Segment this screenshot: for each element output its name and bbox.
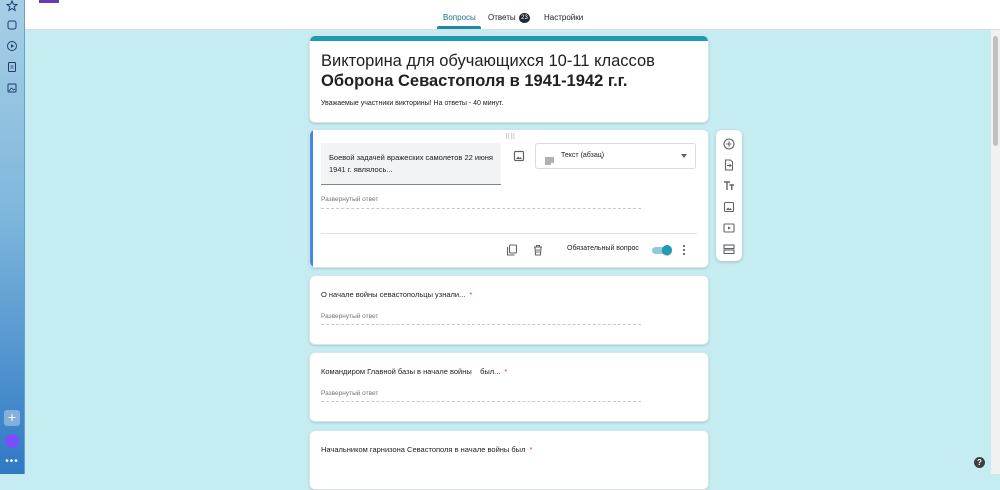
tab-responses[interactable]: Ответы xyxy=(488,13,516,22)
form-title-card[interactable]: Викторина для обучающихся 10-11 классов … xyxy=(309,35,709,123)
question-type-label: Текст (абзац) xyxy=(561,152,605,159)
gallery-icon[interactable] xyxy=(6,82,18,94)
question-title: О начале войны севастопольцы узнали... * xyxy=(321,290,472,299)
collections-icon[interactable] xyxy=(6,19,18,31)
required-label: Обязательный вопрос xyxy=(567,245,639,252)
chevron-down-icon xyxy=(681,154,687,158)
import-questions-icon[interactable] xyxy=(723,158,735,171)
answer-line xyxy=(321,208,641,210)
card-divider xyxy=(321,233,697,234)
active-tab-indicator xyxy=(437,26,481,29)
add-video-icon[interactable] xyxy=(723,221,735,233)
add-button[interactable]: + xyxy=(4,410,20,426)
delete-icon[interactable] xyxy=(532,243,544,256)
answer-placeholder: Развернутый ответ xyxy=(321,196,379,203)
question-card[interactable]: О начале войны севастопольцы узнали... * … xyxy=(309,275,709,345)
question-title-text: Начальником гарнизона Севастополя в нача… xyxy=(321,445,526,454)
add-section-icon[interactable] xyxy=(723,242,735,255)
answer-line xyxy=(321,401,641,403)
required-mark: * xyxy=(529,445,533,454)
scrollbar-thumb[interactable] xyxy=(993,36,998,146)
question-card[interactable]: Командиром Главной базы в начале войны б… xyxy=(309,352,709,422)
star-icon[interactable] xyxy=(5,0,19,12)
add-image-icon[interactable] xyxy=(723,200,735,213)
question-title-text: Командиром Главной базы в начале войны б… xyxy=(321,367,501,376)
floating-toolbar xyxy=(716,130,742,261)
answer-placeholder: Развернутый ответ xyxy=(321,390,379,397)
help-button[interactable]: ? xyxy=(974,457,985,468)
required-mark: * xyxy=(504,367,508,376)
title-accent-bar xyxy=(310,36,708,41)
question-type-select[interactable]: Текст (абзац) xyxy=(535,143,696,169)
active-indicator xyxy=(310,130,313,267)
tab-settings[interactable]: Настройки xyxy=(544,13,583,22)
drag-handle-icon[interactable]: ⠿⠿ xyxy=(505,133,515,141)
tasks-icon[interactable] xyxy=(6,61,18,73)
form-subtitle[interactable]: Оборона Севастополя в 1941-1942 г.г. xyxy=(321,72,627,91)
tab-questions[interactable]: Вопросы xyxy=(443,13,476,22)
more-vert-icon[interactable] xyxy=(682,243,686,256)
question-title-text: О начале войны севастопольцы узнали... xyxy=(321,290,466,299)
browser-sidebar: + ••• xyxy=(0,0,25,474)
add-image-icon[interactable] xyxy=(513,149,525,162)
form-title[interactable]: Викторина для обучающихся 10-11 классов xyxy=(321,52,655,71)
assistant-icon[interactable] xyxy=(5,434,19,448)
answer-placeholder: Развернутый ответ xyxy=(321,313,379,320)
duplicate-icon[interactable] xyxy=(506,243,518,256)
question-title: Начальником гарнизона Севастополя в нача… xyxy=(321,445,532,454)
paragraph-icon xyxy=(545,152,554,165)
question-card[interactable]: Начальником гарнизона Севастополя в нача… xyxy=(309,430,709,490)
active-question-card[interactable]: ⠿⠿ Боевой задачей вражеских самолетов 22… xyxy=(309,129,709,268)
form-description[interactable]: Уважаемые участники викторины! На ответы… xyxy=(321,100,503,107)
question-title: Командиром Главной базы в начале войны б… xyxy=(321,367,507,376)
question-input[interactable]: Боевой задачей вражеских самолетов 22 ию… xyxy=(321,143,501,185)
forms-logo-icon xyxy=(39,0,59,3)
more-dots-icon[interactable]: ••• xyxy=(5,456,19,467)
play-icon[interactable] xyxy=(6,40,18,52)
answer-line xyxy=(321,324,641,326)
required-toggle-thumb[interactable] xyxy=(662,245,672,255)
add-question-icon[interactable] xyxy=(723,137,735,150)
required-mark: * xyxy=(469,290,473,299)
question-text[interactable]: Боевой задачей вражеских самолетов 22 ию… xyxy=(329,152,499,176)
add-title-icon[interactable] xyxy=(723,179,735,191)
responses-count-badge: 23 xyxy=(519,13,530,23)
